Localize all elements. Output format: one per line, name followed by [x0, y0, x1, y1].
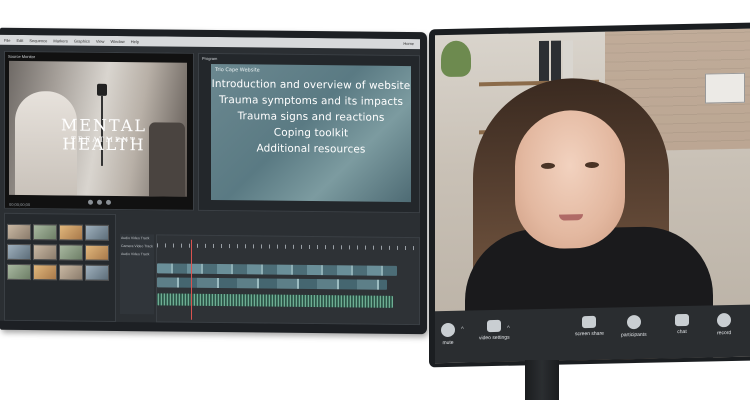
menu-bar: File Edit Sequence Markers Graphics View…	[0, 34, 420, 50]
participant-face	[515, 109, 625, 250]
record-label: record	[717, 330, 732, 337]
preview-transport-controls	[5, 199, 193, 209]
media-thumbnail[interactable]	[7, 263, 31, 281]
slide-bullets: Introduction and overview of website Tra…	[211, 78, 411, 156]
menu-graphics[interactable]: Graphics	[74, 38, 90, 43]
source-monitor: Source Monitor MENTAL HEALTH TREATMENT 0…	[4, 50, 194, 211]
chat-label: chat	[677, 328, 687, 336]
step-back-icon[interactable]	[87, 199, 93, 205]
menu-window[interactable]: Window	[110, 38, 124, 43]
record-icon	[717, 313, 732, 328]
video-camera-icon	[487, 319, 502, 333]
media-thumbnail[interactable]	[33, 224, 57, 241]
media-bin	[4, 212, 116, 322]
playhead[interactable]	[191, 239, 192, 320]
screen-share-icon	[582, 315, 597, 329]
video-settings-label: video settings	[479, 334, 510, 342]
background-binder	[551, 40, 561, 81]
source-monitor-label: Source Monitor	[8, 53, 36, 60]
mute-button[interactable]: mute	[441, 322, 455, 347]
media-thumbnail[interactable]	[59, 224, 83, 241]
media-thumbnail[interactable]	[7, 223, 31, 241]
participant-mouth	[559, 214, 583, 221]
record-button[interactable]: record	[717, 313, 731, 336]
monitor-stand	[525, 360, 559, 400]
media-thumbnails	[7, 223, 109, 281]
media-thumbnail[interactable]	[33, 264, 57, 281]
participants-icon	[626, 314, 641, 330]
media-thumbnail[interactable]	[85, 264, 109, 281]
participant-eye	[541, 162, 555, 170]
slide-line: Coping toolkit	[273, 126, 349, 140]
menu-help[interactable]: Help	[131, 39, 139, 44]
menu-file[interactable]: File	[4, 37, 10, 42]
timeline[interactable]	[156, 234, 420, 326]
slide-line: Trauma signs and reactions	[237, 110, 385, 124]
video-settings-button[interactable]: video settings	[479, 319, 510, 342]
track-headers: Audio Video Track Camera Video Track Aud…	[120, 234, 154, 315]
step-forward-icon[interactable]	[105, 199, 111, 205]
participant-eye	[585, 161, 599, 169]
play-icon[interactable]	[96, 199, 102, 205]
screen-share-button[interactable]: screen share	[575, 315, 604, 338]
media-thumbnail[interactable]	[85, 244, 109, 261]
menu-sequence[interactable]: Sequence	[29, 38, 47, 43]
menu-view[interactable]: View	[96, 38, 105, 43]
menu-markers[interactable]: Markers	[53, 38, 67, 43]
media-thumbnail[interactable]	[59, 244, 83, 261]
media-thumbnail[interactable]	[85, 224, 109, 241]
menu-edit[interactable]: Edit	[16, 37, 23, 42]
preview-lamp	[97, 83, 107, 96]
screen-share-label: screen share	[575, 330, 604, 338]
background-binder	[563, 40, 573, 81]
home-button[interactable]: Home	[403, 41, 414, 46]
media-thumbnail[interactable]	[33, 244, 57, 261]
media-thumbnail[interactable]	[7, 243, 31, 261]
media-thumbnail[interactable]	[59, 264, 83, 281]
slide-line: Trauma symptoms and its impacts	[218, 94, 404, 108]
video-call-window: mute ^ video settings ^ screen share par…	[435, 28, 750, 364]
video-editor-window: File Edit Sequence Markers Graphics View…	[0, 34, 420, 326]
chat-icon	[675, 313, 689, 327]
microphone-icon	[441, 322, 455, 338]
slide-header: Trio Cape Website	[215, 67, 260, 74]
call-control-bar: mute ^ video settings ^ screen share par…	[435, 304, 750, 364]
track-header[interactable]: Audio Video Track	[120, 250, 154, 258]
slide-preview: Trio Cape Website Introduction and overv…	[211, 63, 411, 203]
background-laptop	[705, 72, 745, 104]
timeline-ruler[interactable]	[157, 243, 419, 251]
background-binder	[539, 40, 549, 82]
slide-line: Introduction and overview of website	[211, 77, 411, 93]
mute-label: mute	[442, 339, 454, 347]
right-monitor: mute ^ video settings ^ screen share par…	[429, 22, 750, 368]
slide-line: Additional resources	[256, 142, 366, 156]
program-monitor: Program Trio Cape Website Introduction a…	[198, 52, 420, 214]
preview-video-frame: MENTAL HEALTH TREATMENT	[9, 60, 187, 197]
chevron-up-icon[interactable]: ^	[461, 327, 464, 333]
audio-waveform-clip[interactable]	[157, 293, 393, 308]
participants-button[interactable]: participants	[621, 314, 647, 339]
video-track-clip[interactable]	[157, 263, 397, 276]
chat-button[interactable]: chat	[675, 313, 689, 336]
background-plant	[441, 40, 471, 78]
program-monitor-label: Program	[202, 55, 218, 62]
chevron-up-icon[interactable]: ^	[507, 326, 510, 332]
participants-label: participants	[621, 331, 647, 339]
left-monitor: File Edit Sequence Markers Graphics View…	[0, 27, 427, 335]
